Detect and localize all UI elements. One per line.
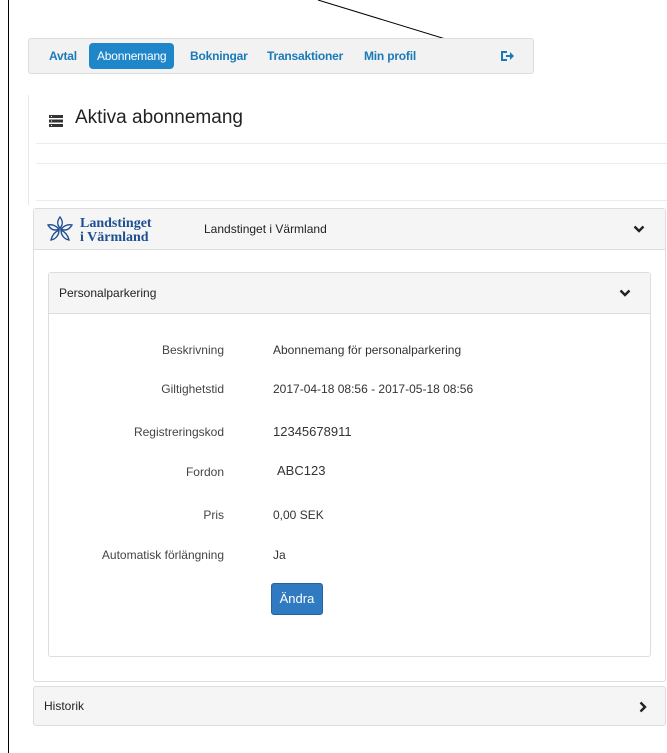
field-label-automatisk-forlangning: Automatisk förlängning [101, 548, 224, 562]
nav-tab-label: Min profil [364, 49, 416, 63]
history-title: Historik [44, 699, 85, 713]
divider [36, 163, 667, 164]
svg-text:i Värmland: i Värmland [80, 230, 149, 245]
field-label-pris: Pris [203, 508, 224, 522]
divider [36, 143, 667, 144]
divider [36, 200, 667, 201]
field-value-registreringskod: 12345678911 [273, 424, 352, 439]
organization-logo: Landstinget i Värmland [46, 215, 152, 245]
nav-tab-label: Abonnemang [97, 49, 167, 63]
edit-subscription-button[interactable]: Ändra [271, 583, 323, 615]
list-icon [49, 115, 63, 127]
subscription-panel-header[interactable]: Personalparkering [49, 273, 650, 314]
chevron-down-icon[interactable] [619, 287, 631, 299]
history-panel-header[interactable]: Historik [33, 686, 666, 726]
chevron-right-icon[interactable] [637, 701, 649, 713]
nav-tab-label: Bokningar [190, 49, 248, 63]
chevron-down-icon[interactable] [633, 223, 645, 235]
field-label-fordon: Fordon [185, 465, 224, 479]
field-label-registreringskod: Registreringskod [133, 425, 224, 439]
nav-tab-abonnemang[interactable]: Abonnemang [89, 43, 175, 69]
organization-panel-header[interactable]: Landstinget i Värmland Landstinget i Vär… [34, 209, 665, 250]
field-value-automatisk-forlangning: Ja [273, 548, 286, 562]
nav-tab-avtal[interactable]: Avtal [41, 43, 85, 69]
field-value-giltighetstid: 2017-04-18 08:56 - 2017-05-18 08:56 [273, 382, 474, 396]
field-label-giltighetstid: Giltighetstid [161, 382, 224, 396]
field-label-beskrivning: Beskrivning [161, 343, 224, 357]
nav-tab-label: Transaktioner [267, 49, 344, 63]
top-navbar: Avtal Abonnemang Bokningar Transaktioner… [28, 38, 534, 74]
logout-icon[interactable] [499, 48, 515, 64]
subscription-title: Personalparkering [59, 286, 157, 300]
page-title: Aktiva abonnemang [75, 107, 243, 128]
organization-panel: Landstinget i Värmland Landstinget i Vär… [33, 208, 666, 682]
organization-name: Landstinget i Värmland [204, 222, 327, 236]
field-value-pris: 0,00 SEK [273, 508, 324, 522]
svg-text:Landstinget: Landstinget [80, 216, 152, 231]
nav-tab-transaktioner[interactable]: Transaktioner [259, 43, 351, 69]
subscription-panel: Personalparkering Beskrivning Abonnemang… [48, 272, 651, 657]
page-header-card: Aktiva abonnemang [28, 95, 667, 205]
nav-tab-bokningar[interactable]: Bokningar [182, 43, 256, 69]
left-frame-border [8, 0, 9, 753]
field-value-beskrivning: Abonnemang för personalparkering [273, 343, 462, 357]
nav-tab-label: Avtal [49, 49, 77, 63]
field-value-fordon: ABC123 [277, 463, 326, 478]
nav-tab-min-profil[interactable]: Min profil [356, 43, 424, 69]
